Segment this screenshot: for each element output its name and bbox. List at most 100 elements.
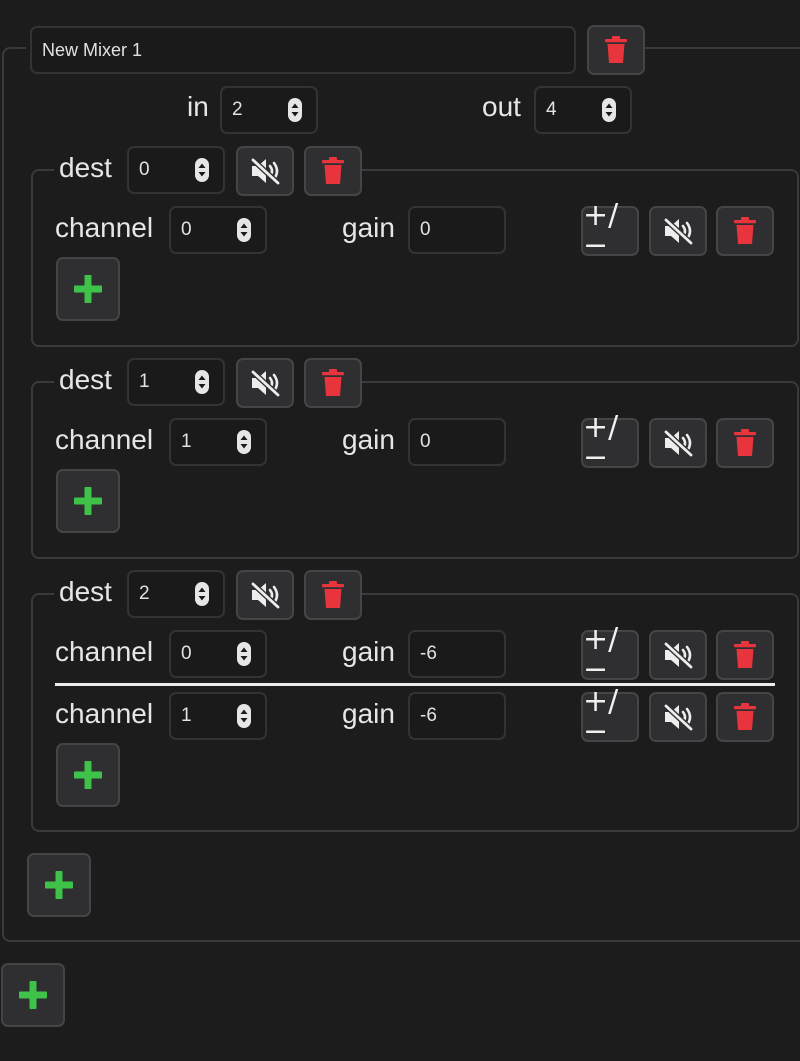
dest-stepper[interactable]: 0 [127,146,225,194]
speaker-muted-icon [249,157,281,185]
trash-icon [733,217,757,245]
trash-icon [321,581,345,609]
mute-channel-button[interactable] [649,630,707,680]
speaker-muted-icon [662,703,694,731]
channel-value: 0 [181,643,192,664]
mute-dest-button[interactable] [236,146,294,196]
plus-icon [73,274,103,304]
trash-icon [733,703,757,731]
channel-stepper[interactable]: 0 [169,630,267,678]
delete-channel-button[interactable] [716,692,774,742]
add-channel-button[interactable] [56,743,120,807]
channel-label: channel [55,424,154,455]
delete-dest-button[interactable] [304,570,362,620]
add-mixer-button[interactable] [1,963,65,1027]
spinner-arrows-icon[interactable] [237,704,251,728]
delete-channel-button[interactable] [716,418,774,468]
dest-stepper[interactable]: 2 [127,570,225,618]
gain-input[interactable]: 0 [408,206,506,254]
dest-label: dest [59,364,112,395]
dest-label: dest [59,576,112,607]
gain-label: gain [342,698,395,729]
gain-input[interactable]: -6 [408,630,506,678]
speaker-muted-icon [662,429,694,457]
delete-channel-button[interactable] [716,206,774,256]
channel-value: 1 [181,431,192,452]
dest-stepper[interactable]: 1 [127,358,225,406]
trash-icon [321,157,345,185]
dest-label: dest [59,152,112,183]
in-value: 2 [232,99,243,120]
spinner-arrows-icon[interactable] [237,218,251,242]
delete-mixer-button[interactable] [587,25,645,75]
gain-label: gain [342,636,395,667]
out-label: out [482,91,521,122]
in-label: in [187,91,209,122]
channel-label: channel [55,636,154,667]
delete-dest-button[interactable] [304,146,362,196]
spinner-arrows-icon[interactable] [602,98,616,122]
mute-channel-button[interactable] [649,418,707,468]
mixer-name-text: New Mixer 1 [42,39,143,60]
invert-polarity-button[interactable]: +/− [581,413,639,473]
speaker-muted-icon [249,581,281,609]
channel-stepper[interactable]: 0 [169,206,267,254]
dest-value: 1 [139,371,150,392]
gain-value: -6 [420,643,437,664]
delete-channel-button[interactable] [716,630,774,680]
plus-minus-icon: +/− [583,410,619,475]
gain-label: gain [342,424,395,455]
dest-frame-1 [31,381,799,559]
invert-polarity-button[interactable]: +/− [581,687,639,747]
channel-divider [55,683,775,686]
channel-stepper[interactable]: 1 [169,418,267,466]
dest-value: 2 [139,583,150,604]
spinner-arrows-icon[interactable] [288,98,302,122]
spinner-arrows-icon[interactable] [195,158,209,182]
in-stepper[interactable]: 2 [220,86,318,134]
out-value: 4 [546,99,557,120]
mute-channel-button[interactable] [649,692,707,742]
delete-dest-button[interactable] [304,358,362,408]
plus-minus-icon: +/− [583,684,619,749]
add-channel-button[interactable] [56,469,120,533]
trash-icon [321,369,345,397]
plus-icon [18,980,48,1010]
mixer-name-field[interactable]: New Mixer 1 [30,26,576,74]
gain-value: 0 [420,431,431,452]
channel-value: 0 [181,219,192,240]
dest-frame-0 [31,169,799,347]
channel-label: channel [55,698,154,729]
spinner-arrows-icon[interactable] [237,430,251,454]
mute-dest-button[interactable] [236,358,294,408]
spinner-arrows-icon[interactable] [237,642,251,666]
mute-channel-button[interactable] [649,206,707,256]
gain-input[interactable]: -6 [408,692,506,740]
add-dest-button[interactable] [27,853,91,917]
trash-icon [733,641,757,669]
trash-icon [733,429,757,457]
channel-label: channel [55,212,154,243]
gain-value: 0 [420,219,431,240]
gain-label: gain [342,212,395,243]
spinner-arrows-icon[interactable] [195,582,209,606]
channel-stepper[interactable]: 1 [169,692,267,740]
gain-input[interactable]: 0 [408,418,506,466]
plus-icon [73,760,103,790]
speaker-muted-icon [249,369,281,397]
plus-minus-icon: +/− [583,622,619,687]
plus-icon [44,870,74,900]
plus-minus-icon: +/− [583,198,619,263]
add-channel-button[interactable] [56,257,120,321]
invert-polarity-button[interactable]: +/− [581,201,639,261]
mute-dest-button[interactable] [236,570,294,620]
speaker-muted-icon [662,217,694,245]
plus-icon [73,486,103,516]
spinner-arrows-icon[interactable] [195,370,209,394]
channel-value: 1 [181,705,192,726]
gain-value: -6 [420,705,437,726]
dest-value: 0 [139,159,150,180]
invert-polarity-button[interactable]: +/− [581,625,639,685]
speaker-muted-icon [662,641,694,669]
out-stepper[interactable]: 4 [534,86,632,134]
